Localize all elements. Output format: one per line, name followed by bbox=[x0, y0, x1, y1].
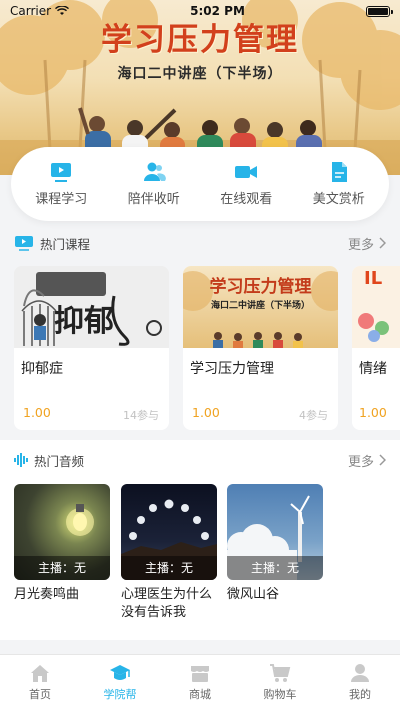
hot-courses-more-link[interactable]: 更多 bbox=[348, 234, 386, 253]
people-icon bbox=[143, 162, 166, 181]
audio-thumbnail: 主播：无 bbox=[14, 484, 110, 580]
home-icon bbox=[31, 665, 49, 682]
status-bar: Carrier 5:02 PM bbox=[0, 0, 400, 22]
audio-host: 主播：无 bbox=[121, 556, 217, 580]
course-thumbnail: IL bbox=[352, 266, 400, 348]
tab-label: 学院帮 bbox=[103, 688, 137, 701]
audio-card[interactable]: 主播：无 微风山谷 bbox=[227, 484, 323, 604]
course-participants: 4参与 bbox=[299, 409, 328, 422]
tab-label: 购物车 bbox=[263, 688, 297, 701]
battery-icon bbox=[366, 5, 393, 17]
course-title: 抑郁症 bbox=[21, 361, 63, 377]
course-participants: 14参与 bbox=[123, 409, 159, 422]
audio-card[interactable]: 主播：无 心理医生为什么没有告诉我 bbox=[121, 484, 217, 622]
category-essay-appreciation[interactable]: 美文赏析 bbox=[294, 161, 384, 207]
course-price: 1.00 bbox=[23, 405, 51, 420]
more-label: 更多 bbox=[347, 237, 374, 253]
category-online-watch[interactable]: 在线观看 bbox=[201, 161, 291, 207]
clock: 5:02 PM bbox=[190, 4, 245, 18]
chevron-right-icon bbox=[379, 237, 386, 249]
bottom-tab-bar: 首页 学院帮 商城 购物车 我的 bbox=[0, 654, 400, 710]
more-label: 更多 bbox=[347, 454, 374, 470]
course-title: 学习压力管理 bbox=[190, 361, 274, 377]
audio-thumbnail: 主播：无 bbox=[121, 484, 217, 580]
audio-host: 主播：无 bbox=[14, 556, 110, 580]
section-title: 热门课程 bbox=[40, 236, 91, 252]
graduation-cap-icon bbox=[110, 665, 130, 680]
wifi-icon bbox=[55, 6, 70, 15]
category-course-study[interactable]: 课程学习 bbox=[16, 161, 106, 207]
category-companion-listening[interactable]: 陪伴收听 bbox=[109, 161, 199, 207]
audio-title: 微风山谷 bbox=[227, 587, 280, 602]
category-label: 陪伴收听 bbox=[127, 192, 180, 207]
category-nav: 课程学习 陪伴收听 在线观看 美文赏析 bbox=[11, 147, 389, 221]
category-label: 在线观看 bbox=[220, 192, 273, 207]
category-label: 美文赏析 bbox=[312, 192, 365, 207]
hot-audio-header: 热门音频 更多 bbox=[0, 449, 400, 471]
carrier-label: Carrier bbox=[10, 4, 52, 18]
shop-icon bbox=[191, 666, 209, 682]
course-thumbnail: 学习压力管理 海口二中讲座（下半场） bbox=[183, 266, 338, 348]
thumbnail-subtitle: 海口二中讲座（下半场） bbox=[210, 301, 310, 311]
audio-title: 心理医生为什么没有告诉我 bbox=[121, 587, 213, 620]
hot-courses-header: 热门课程 更多 bbox=[0, 232, 400, 254]
course-thumbnail: 抑郁 bbox=[14, 266, 169, 348]
document-icon bbox=[331, 162, 347, 182]
audio-host: 主播：无 bbox=[227, 556, 323, 580]
tab-label: 商城 bbox=[189, 688, 211, 701]
tab-shop[interactable]: 商城 bbox=[165, 663, 235, 702]
thumbnail-title: 学习压力管理 bbox=[209, 277, 312, 297]
course-title: 情绪 bbox=[359, 361, 387, 377]
course-card[interactable]: 抑郁 抑郁症 1.00 14参与 bbox=[14, 266, 169, 430]
tab-cart[interactable]: 购物车 bbox=[245, 663, 315, 702]
thumbnail-text: 抑郁 bbox=[54, 304, 114, 339]
course-price: 1.00 bbox=[192, 405, 220, 420]
course-card[interactable]: IL 情绪 1.00 bbox=[352, 266, 400, 430]
tab-academy[interactable]: 学院帮 bbox=[85, 663, 155, 702]
tab-label: 我的 bbox=[349, 688, 371, 701]
audio-thumbnail: 主播：无 bbox=[227, 484, 323, 580]
category-label: 课程学习 bbox=[35, 192, 88, 207]
video-board-icon bbox=[51, 163, 72, 182]
user-icon bbox=[351, 664, 369, 682]
tab-home[interactable]: 首页 bbox=[5, 663, 75, 702]
audio-title: 月光奏鸣曲 bbox=[14, 587, 80, 602]
course-price: 1.00 bbox=[359, 405, 387, 420]
audio-wave-icon bbox=[14, 453, 28, 467]
hot-audio-more-link[interactable]: 更多 bbox=[348, 451, 386, 470]
video-board-icon bbox=[15, 236, 33, 251]
tab-profile[interactable]: 我的 bbox=[325, 663, 395, 702]
chevron-right-icon bbox=[379, 454, 386, 466]
tab-label: 首页 bbox=[29, 688, 51, 701]
cart-icon bbox=[270, 664, 291, 682]
course-card[interactable]: 学习压力管理 海口二中讲座（下半场） 学习压力管理 1.00 4参与 bbox=[183, 266, 338, 430]
audio-card[interactable]: 主播：无 月光奏鸣曲 bbox=[14, 484, 110, 604]
hero-subtitle: 海口二中讲座（下半场） bbox=[117, 66, 283, 82]
video-camera-icon bbox=[235, 166, 258, 178]
thumbnail-text: IL bbox=[364, 268, 383, 289]
section-title: 热门音频 bbox=[34, 453, 85, 469]
